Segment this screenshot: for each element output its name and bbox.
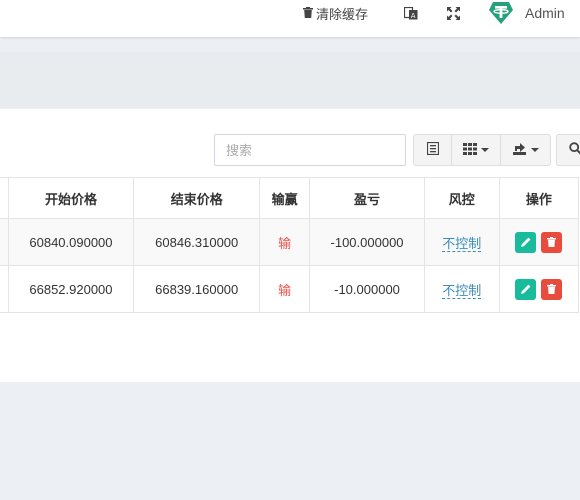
search-icon: [569, 142, 580, 158]
table-cell: [0, 265, 9, 313]
table-row: 66852.920000 66839.160000 输 -10.000000 不…: [0, 265, 580, 313]
column-start-price[interactable]: 开始价格: [7, 177, 135, 219]
fullscreen-icon[interactable]: [447, 0, 460, 26]
end-price-cell: 60846.310000: [133, 218, 261, 266]
delete-button[interactable]: [541, 231, 563, 253]
start-price-cell: 60840.090000: [7, 218, 135, 266]
columns-icon: [426, 141, 439, 158]
clear-cache-label: 清除缓存: [316, 6, 369, 22]
export-button[interactable]: [500, 134, 551, 166]
result-cell: 输: [259, 218, 311, 266]
column-actions: 操作: [498, 177, 580, 219]
table-row: 60840.090000 60846.310000 输 -100.000000 …: [0, 218, 580, 266]
end-price-cell: 66839.160000: [133, 265, 261, 313]
trash-icon: [303, 6, 313, 21]
admin-name: Admin: [525, 5, 565, 21]
risk-control-link[interactable]: 不控制: [442, 235, 482, 252]
chevron-down-icon: [530, 148, 539, 152]
column-pnl[interactable]: 盈亏: [309, 177, 425, 219]
edit-button[interactable]: [515, 278, 537, 300]
start-price-cell: 66852.920000: [7, 265, 135, 313]
data-table: 开始价格 结束价格 输赢 盈亏 风控 操作 60840.090000 60846…: [0, 177, 580, 313]
pnl-cell: -10.000000: [309, 265, 425, 313]
pencil-icon: [520, 284, 531, 294]
column-result[interactable]: 输赢: [259, 177, 311, 219]
columns-dropdown-button[interactable]: [451, 134, 501, 166]
risk-control-link[interactable]: 不控制: [442, 282, 482, 299]
translate-icon[interactable]: A: [404, 0, 418, 26]
table-header-row: 开始价格 结束价格 输赢 盈亏 风控 操作: [0, 177, 580, 219]
risk-cell: 不控制: [423, 265, 500, 313]
table-header-cell: [0, 177, 9, 219]
search-button[interactable]: [556, 134, 580, 166]
export-icon: [512, 142, 527, 158]
actions-cell: [498, 218, 580, 266]
actions-cell: [498, 265, 580, 313]
clear-cache-button[interactable]: 清除缓存: [303, 0, 368, 26]
delete-button[interactable]: [541, 278, 563, 300]
trash-icon: [547, 237, 557, 247]
top-navbar: 清除缓存 A Admin: [0, 0, 580, 37]
table-panel: 开始价格 结束价格 输赢 盈亏 风控 操作 60840.090000 60846…: [0, 109, 580, 382]
chevron-down-icon: [481, 148, 489, 152]
user-menu[interactable]: Admin: [488, 0, 565, 26]
table-cell: [0, 218, 9, 266]
column-end-price[interactable]: 结束价格: [133, 177, 261, 219]
risk-cell: 不控制: [423, 218, 500, 266]
tether-logo-icon: [488, 0, 514, 26]
svg-text:A: A: [411, 12, 416, 20]
column-risk[interactable]: 风控: [423, 177, 500, 219]
edit-button[interactable]: [515, 231, 537, 253]
search-input[interactable]: [214, 134, 406, 166]
result-cell: 输: [259, 265, 311, 313]
content-header-strip: [0, 52, 580, 108]
toggle-columns-button[interactable]: [413, 134, 452, 166]
grid-icon: [463, 142, 477, 158]
pnl-cell: -100.000000: [309, 218, 425, 266]
pencil-icon: [520, 237, 531, 247]
trash-icon: [547, 284, 557, 294]
